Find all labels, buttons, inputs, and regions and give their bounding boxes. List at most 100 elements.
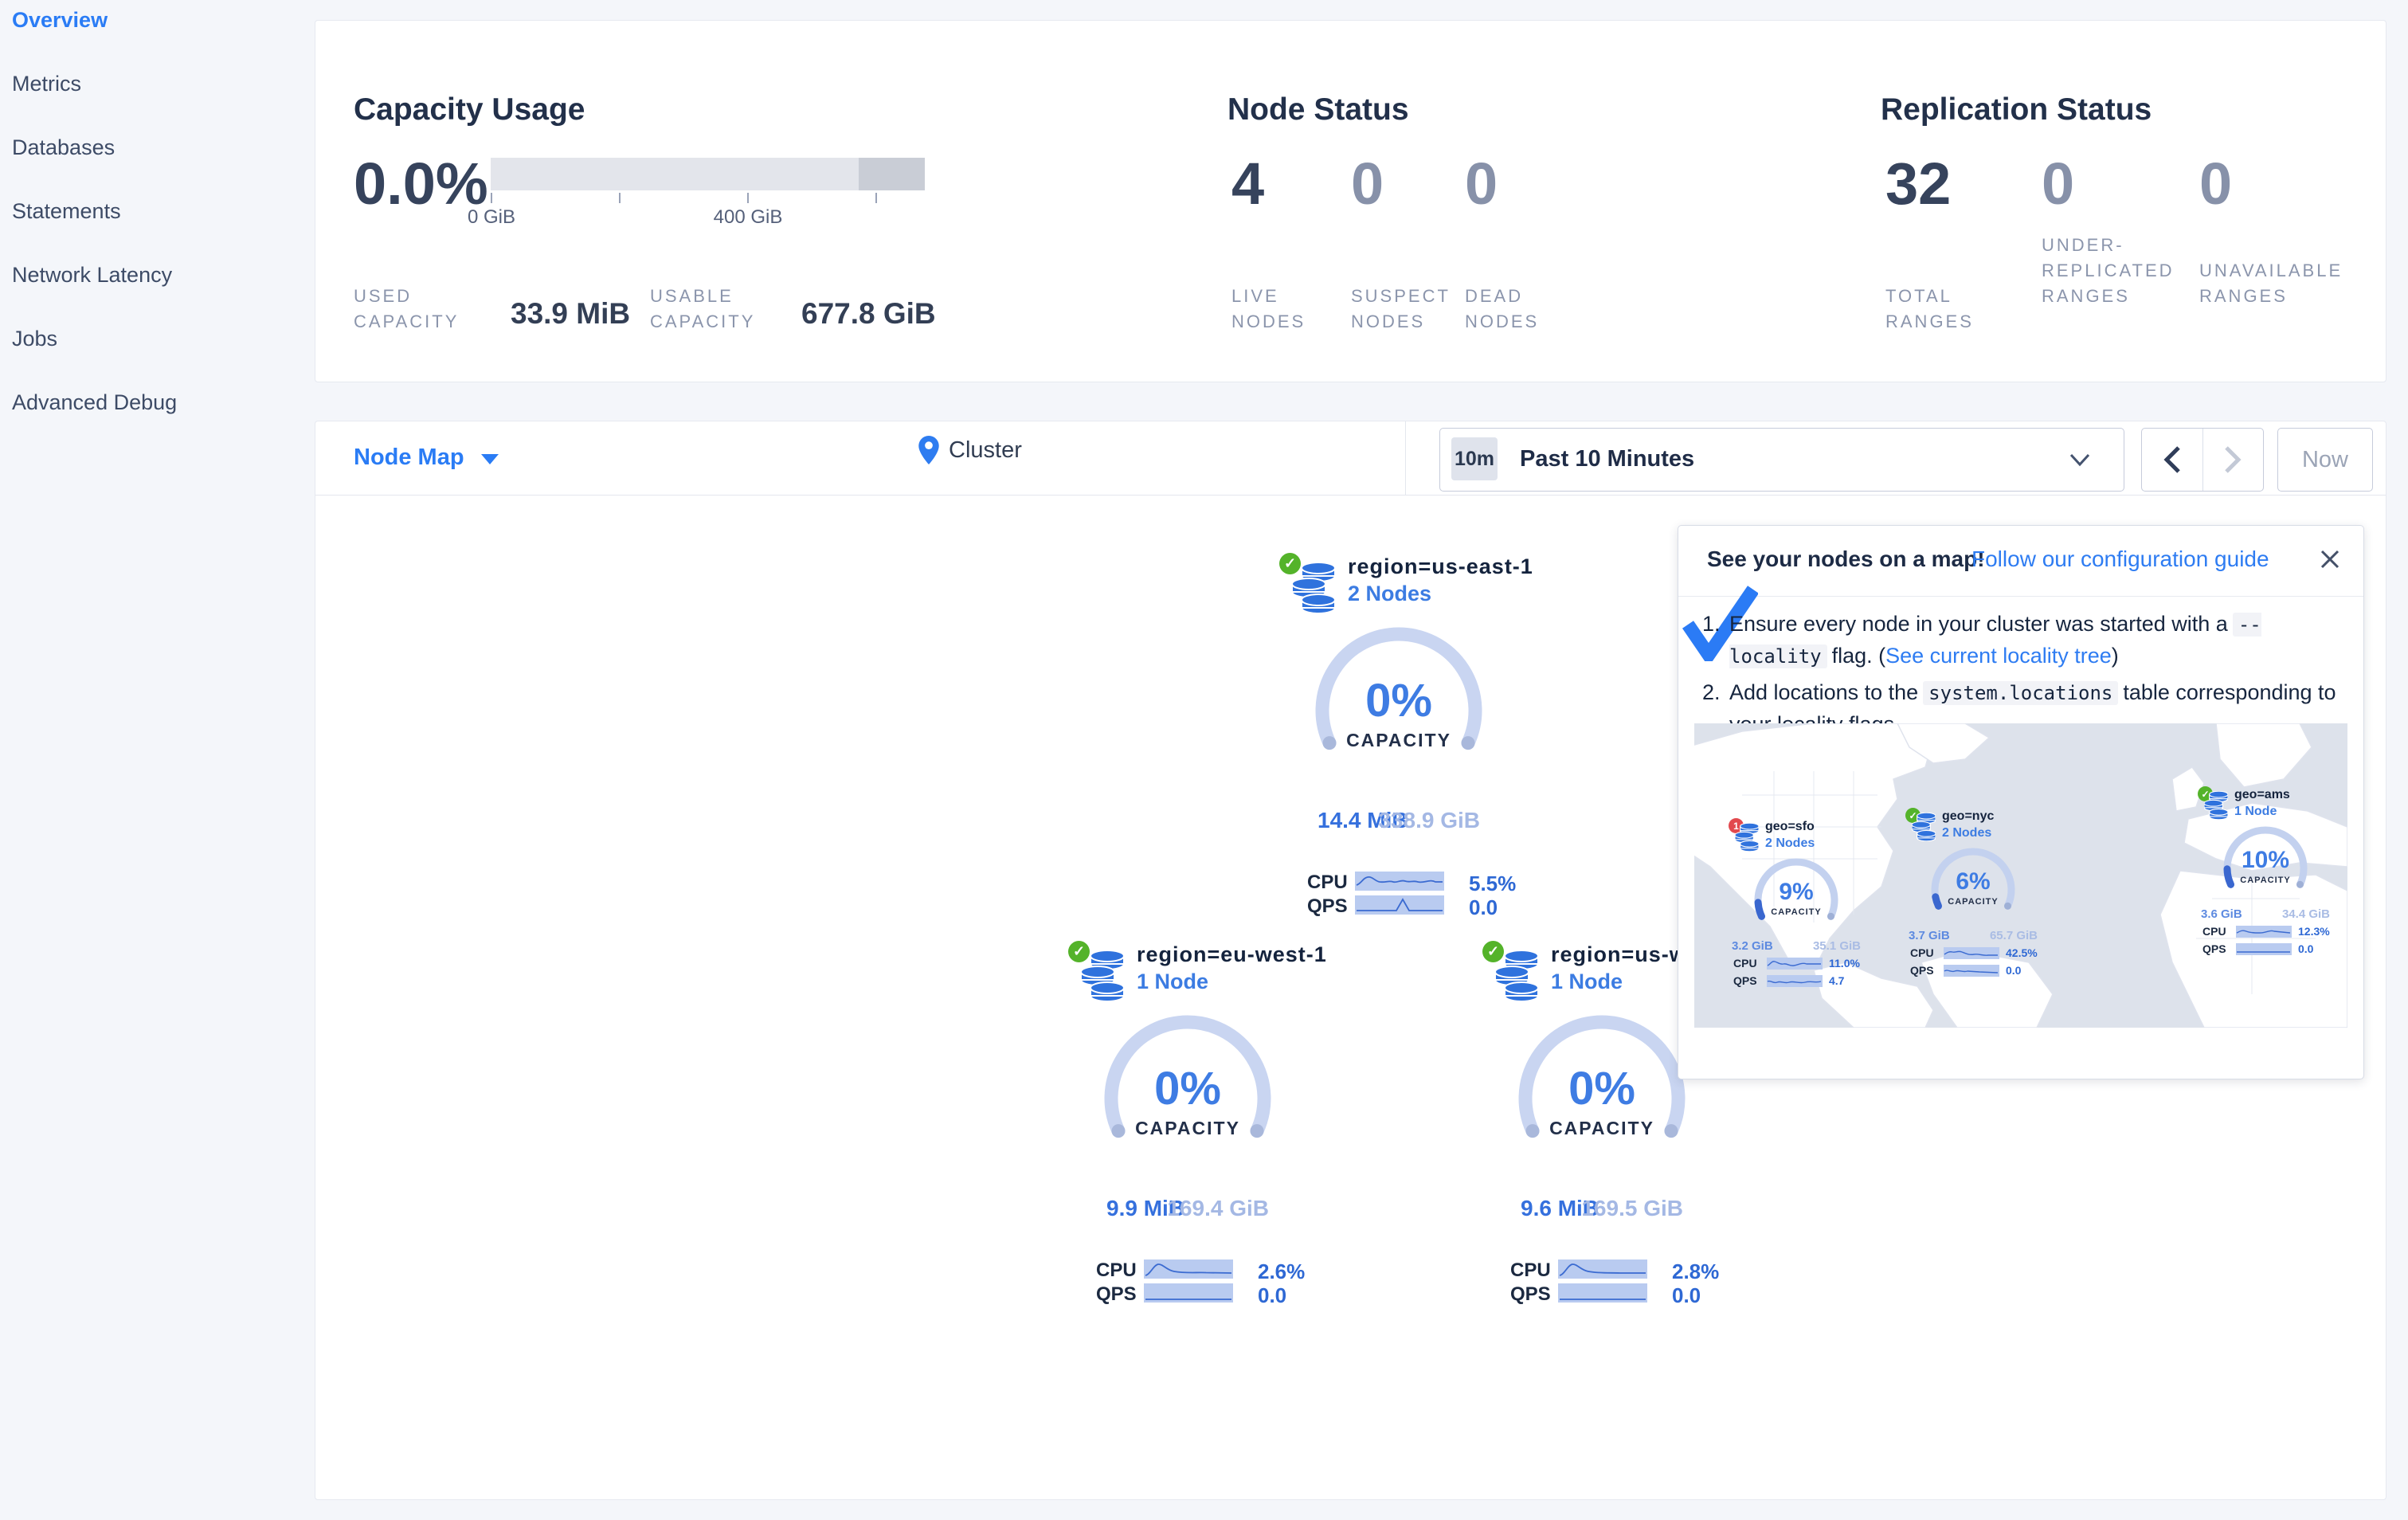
capacity-bar-reserved-segment xyxy=(859,158,925,190)
cpu-value: 5.5% xyxy=(1469,872,1517,895)
mini-region-nodes[interactable]: 1 Node xyxy=(2234,805,2277,819)
locality-tree-link[interactable]: See current locality tree xyxy=(1885,644,2112,668)
sidebar-item-network-latency[interactable]: Network Latency xyxy=(12,263,172,288)
usable-capacity-value: 677.8 GiB xyxy=(801,297,936,330)
qps-label: QPS xyxy=(1910,964,1934,977)
node-map-card: Node Map Cluster 10m Past 10 Minutes Now… xyxy=(315,421,2386,1500)
cluster-overview-page: Overview Metrics Databases Statements Ne… xyxy=(0,0,2408,1520)
step-text: Ensure every node in your cluster was st… xyxy=(1729,612,2228,636)
close-icon[interactable] xyxy=(2317,546,2343,572)
cpu-label: CPU xyxy=(1096,1259,1137,1281)
capacity-usage-title: Capacity Usage xyxy=(354,92,585,127)
cpu-sparkline xyxy=(1144,1259,1233,1279)
capacity-axis-tick xyxy=(491,193,492,203)
capacity-axis-tick xyxy=(875,193,877,203)
cluster-summary-card: Capacity Usage 0.0% 0 GiB 400 GiB USED C… xyxy=(315,20,2386,382)
gauge-caption: CAPACITY xyxy=(1346,730,1451,750)
mini-region-geo-sfo[interactable]: 1 geo=sfo 2 Nodes 9% CAPACITY 3.2 GiB 35… xyxy=(1729,818,1864,993)
panel-header: See your nodes on a map! Follow our conf… xyxy=(1678,526,2363,597)
sidebar: Overview Metrics Databases Statements Ne… xyxy=(0,0,315,1520)
cpu-metric-row: CPU 42.5% xyxy=(1905,946,2041,961)
qps-label: QPS xyxy=(1307,895,1348,917)
sidebar-item-jobs[interactable]: Jobs xyxy=(12,327,57,351)
qps-metric-row: QPS 4.7 xyxy=(1729,974,1864,989)
under-replicated-count: 0 xyxy=(2042,151,2075,217)
qps-metric-row: QPS 0.0 xyxy=(1905,964,2041,978)
time-range-select[interactable]: 10m Past 10 Minutes xyxy=(1439,428,2124,492)
view-mode-dropdown[interactable]: Node Map xyxy=(354,445,499,471)
qps-label: QPS xyxy=(1733,974,1757,987)
live-nodes-label: LIVE NODES xyxy=(1231,286,1306,331)
qps-value: 0.0 xyxy=(1672,1283,1701,1307)
cpu-sparkline xyxy=(1355,872,1444,891)
qps-value: 0.0 xyxy=(2298,942,2314,955)
qps-sparkline xyxy=(1144,1283,1233,1303)
total-ranges-label: TOTAL RANGES xyxy=(1885,286,1974,331)
mini-region-name: geo=ams xyxy=(2234,788,2290,801)
nodes-on-map-panel: See your nodes on a map! Follow our conf… xyxy=(1678,525,2364,1079)
mini-capacity-gauge: 9% CAPACITY xyxy=(1752,853,1840,941)
map-pin-icon xyxy=(918,436,939,464)
sidebar-item-statements[interactable]: Statements xyxy=(12,199,121,224)
mini-region-name: geo=nyc xyxy=(1942,809,1995,823)
replication-status-title: Replication Status xyxy=(1881,92,2152,127)
sidebar-item-overview[interactable]: Overview xyxy=(12,8,108,33)
database-nodes-icon xyxy=(1081,950,1124,1001)
time-back-button[interactable] xyxy=(2142,429,2202,491)
locality-breadcrumb[interactable]: Cluster xyxy=(918,436,1022,464)
sidebar-item-metrics[interactable]: Metrics xyxy=(12,72,81,96)
cpu-sparkline xyxy=(1558,1259,1647,1279)
example-node-map: 1 geo=sfo 2 Nodes 9% CAPACITY 3.2 GiB 35… xyxy=(1694,723,2347,1028)
region-group-us-east-1[interactable]: ✓ region=us-east-1 2 Nodes 0% CAPACITY 1… xyxy=(1279,553,1533,919)
region-nodes-link[interactable]: 1 Node xyxy=(1137,970,1208,994)
capacity-axis-label-0: 0 GiB xyxy=(467,206,516,228)
capacity-axis-tick xyxy=(619,193,621,203)
mini-region-nodes[interactable]: 2 Nodes xyxy=(1942,826,1991,840)
region-nodes-link[interactable]: 1 Node xyxy=(1551,970,1623,994)
used-capacity-value: 33.9 MiB xyxy=(511,297,631,330)
dead-nodes-count: 0 xyxy=(1465,151,1498,217)
cpu-value: 42.5% xyxy=(2006,946,2038,959)
qps-sparkline xyxy=(1944,965,1999,977)
capacity-gauge: 0% CAPACITY 9.9 MiB 169.4 GiB xyxy=(1100,1005,1275,1220)
toolbar-divider xyxy=(1405,421,1406,495)
mini-region-geo-ams[interactable]: ✓ geo=ams 1 Node 10% CAPACITY 3.6 GiB 34… xyxy=(2198,786,2333,962)
chevron-left-icon xyxy=(2163,446,2180,473)
sidebar-item-advanced-debug[interactable]: Advanced Debug xyxy=(12,390,177,415)
database-nodes-icon xyxy=(2204,791,2228,820)
mini-region-geo-nyc[interactable]: ✓ geo=nyc 2 Nodes 6% CAPACITY 3.7 GiB 65… xyxy=(1905,808,2041,983)
sidebar-item-databases[interactable]: Databases xyxy=(12,135,115,160)
time-range-label: Past 10 Minutes xyxy=(1520,446,1695,472)
gauge-percent: 10% xyxy=(2241,847,2290,873)
gauge-used-value: 3.7 GiB xyxy=(1909,929,1950,942)
gauge-percent: 0% xyxy=(1154,1063,1221,1115)
region-group-eu-west-1[interactable]: ✓ region=eu-west-1 1 Node 0% CAPACITY 9.… xyxy=(1068,941,1326,1307)
mini-region-nodes[interactable]: 2 Nodes xyxy=(1765,836,1815,851)
total-ranges-count: 32 xyxy=(1885,151,1952,217)
now-button[interactable]: Now xyxy=(2277,428,2373,492)
gauge-used-value: 3.2 GiB xyxy=(1732,939,1773,953)
cpu-sparkline xyxy=(1767,958,1823,970)
cpu-sparkline xyxy=(2236,926,2292,938)
time-forward-button[interactable] xyxy=(2202,429,2264,491)
cpu-metric-row: CPU 2.6% xyxy=(1068,1259,1307,1283)
breadcrumb-cluster-label: Cluster xyxy=(949,437,1022,463)
cpu-label: CPU xyxy=(1733,957,1757,970)
time-range-badge: 10m xyxy=(1451,437,1498,480)
chevron-right-icon xyxy=(2225,446,2242,473)
configuration-guide-link[interactable]: Follow our configuration guide xyxy=(1971,546,2269,572)
step-locality-flag: Ensure every node in your cluster was st… xyxy=(1702,609,2343,672)
cpu-sparkline xyxy=(1944,947,1999,959)
gauge-percent: 0% xyxy=(1568,1063,1635,1115)
cpu-label: CPU xyxy=(1510,1259,1551,1281)
gauge-percent: 9% xyxy=(1779,879,1814,905)
cpu-label: CPU xyxy=(2202,925,2226,938)
qps-sparkline xyxy=(1355,895,1444,915)
usable-capacity-label: USABLE CAPACITY xyxy=(650,286,756,331)
region-nodes-link[interactable]: 2 Nodes xyxy=(1348,582,1431,606)
mini-capacity-gauge: 10% CAPACITY xyxy=(2222,821,2309,909)
region-name: region=eu-west-1 xyxy=(1137,942,1327,966)
gauge-used-value: 3.6 GiB xyxy=(2201,907,2242,921)
qps-metric-row: QPS 0.0 xyxy=(2198,942,2333,957)
qps-metric-row: QPS 0.0 xyxy=(1279,895,1518,919)
